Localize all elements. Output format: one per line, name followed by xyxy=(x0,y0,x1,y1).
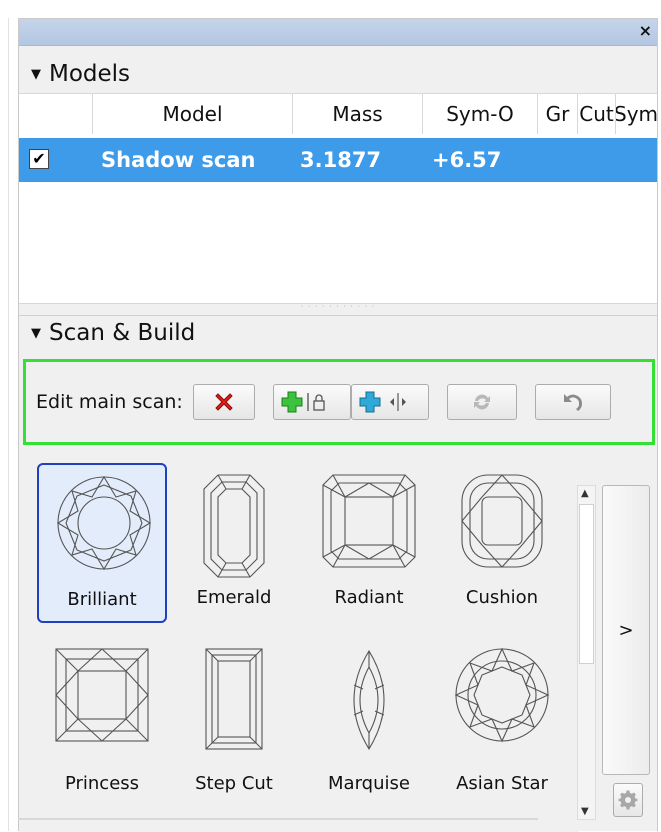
delete-scan-button[interactable] xyxy=(192,384,255,420)
add-resize-button[interactable] xyxy=(350,384,429,420)
shape-label: Emerald xyxy=(196,587,272,608)
column-header-model[interactable]: Model xyxy=(93,94,293,134)
panel-titlebar: × xyxy=(19,19,657,46)
step-cut-shape-icon xyxy=(205,648,263,750)
gear-icon xyxy=(618,790,638,810)
table-row[interactable]: ✔ Shadow scan 3.1877 +6.57 xyxy=(19,138,657,182)
row-sym-o: +6.57 xyxy=(432,148,502,172)
green-plus-lock-icon xyxy=(281,391,325,413)
window-edge xyxy=(8,18,9,831)
more-shapes-button[interactable]: > xyxy=(602,485,650,775)
scroll-down-icon[interactable]: ▼ xyxy=(581,806,589,817)
column-header-gr[interactable]: Gr xyxy=(538,94,578,134)
edit-main-scan-label: Edit main scan: xyxy=(36,391,183,413)
models-table-body: ✔ Shadow scan 3.1877 +6.57 xyxy=(19,134,657,304)
shape-gallery: Brilliant Emerald Radiant Cushion Prince… xyxy=(19,447,579,832)
dock-panel: × ▼ Models Model Mass Sym-O Gr Cut Sym ✔… xyxy=(18,18,658,832)
settings-button[interactable] xyxy=(613,783,643,817)
asian-star-shape-icon xyxy=(454,647,550,743)
edit-main-scan-toolbar: Edit main scan: xyxy=(23,359,655,445)
row-model: Shadow scan xyxy=(101,148,256,172)
column-header-sym-o[interactable]: Sym-O xyxy=(423,94,538,134)
models-table-header: Model Mass Sym-O Gr Cut Sym xyxy=(19,93,657,135)
collapse-triangle-icon: ▼ xyxy=(31,325,41,341)
shape-label: Step Cut xyxy=(195,773,273,794)
blue-plus-resize-icon xyxy=(359,391,406,413)
radiant-shape-icon xyxy=(322,474,416,568)
close-icon[interactable]: × xyxy=(639,21,652,40)
splitter-handle[interactable]: · · · · · · · · · · · xyxy=(19,303,657,314)
scrollbar-thumb[interactable] xyxy=(579,504,594,664)
red-x-icon xyxy=(215,393,233,411)
shape-emerald[interactable]: Emerald xyxy=(169,463,299,623)
shape-brilliant[interactable]: Brilliant xyxy=(37,463,167,623)
shape-asian-star[interactable]: Asian Star xyxy=(437,637,567,807)
shape-label: Marquise xyxy=(328,773,410,794)
shape-label: Radiant xyxy=(334,587,404,608)
column-header-cut[interactable]: Cut xyxy=(578,94,616,134)
scan-build-title: Scan & Build xyxy=(49,320,196,346)
scan-build-section-header[interactable]: ▼ Scan & Build xyxy=(19,315,657,350)
shape-cushion[interactable]: Cushion xyxy=(437,463,567,623)
row-checkbox[interactable]: ✔ xyxy=(29,149,49,169)
shape-label: Princess xyxy=(64,773,140,794)
shape-label: Cushion xyxy=(465,587,539,608)
collapse-triangle-icon: ▼ xyxy=(31,66,41,82)
refresh-button[interactable] xyxy=(446,384,517,420)
shape-label: Brilliant xyxy=(67,589,137,610)
shape-marquise[interactable]: Marquise xyxy=(304,637,434,807)
scroll-up-icon[interactable]: ▲ xyxy=(581,488,589,499)
column-header-check[interactable] xyxy=(19,94,93,134)
shape-princess[interactable]: Princess xyxy=(37,637,167,807)
gallery-scrollbar[interactable]: ▲ ▼ xyxy=(577,485,596,820)
add-locked-button[interactable] xyxy=(272,384,351,420)
shape-radiant[interactable]: Radiant xyxy=(304,463,434,623)
shape-label: Asian Star xyxy=(456,773,548,794)
column-header-mass[interactable]: Mass xyxy=(293,94,423,134)
column-header-sym[interactable]: Sym xyxy=(616,94,657,134)
row-mass: 3.1877 xyxy=(300,148,382,172)
princess-shape-icon xyxy=(55,648,149,742)
models-section-header[interactable]: ▼ Models xyxy=(19,57,657,91)
refresh-icon xyxy=(473,394,490,410)
shape-step-cut[interactable]: Step Cut xyxy=(169,637,299,807)
models-title: Models xyxy=(49,61,131,87)
marquise-shape-icon xyxy=(353,649,385,751)
undo-icon xyxy=(563,394,582,411)
cushion-shape-icon xyxy=(461,474,543,568)
bottom-divider xyxy=(18,818,538,820)
brilliant-shape-icon xyxy=(56,475,152,571)
undo-button[interactable] xyxy=(534,384,611,420)
emerald-shape-icon xyxy=(203,474,265,578)
